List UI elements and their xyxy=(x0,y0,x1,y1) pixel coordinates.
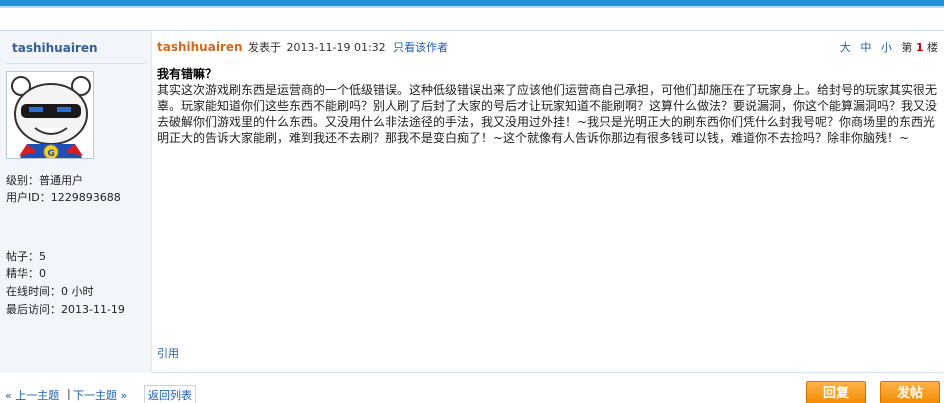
post-body: 其实这次游戏刷东西是运营商的一个低级错误。这种低级错误出来了应该他们运营商自己承… xyxy=(157,83,938,145)
next-topic-link[interactable]: 下一主题 » xyxy=(70,386,130,403)
last-visit-label: 最后访问： xyxy=(6,303,61,316)
font-medium-button[interactable]: 中 xyxy=(860,41,871,54)
online-value: 0 小时 xyxy=(61,285,94,298)
last-visit-value: 2013-11-19 xyxy=(61,303,125,316)
uid-label: 用户ID： xyxy=(6,191,51,204)
post-content-area: tashihuairen 发表于 2013-11-19 01:32 只看该作者 … xyxy=(153,31,944,373)
quote-link[interactable]: 引用 xyxy=(157,345,179,361)
robot-avatar-icon: G xyxy=(7,72,93,159)
back-to-list-button[interactable]: 返回列表 xyxy=(144,385,196,403)
floor-number: 1 xyxy=(915,41,924,54)
floor-prefix: 第 xyxy=(901,41,913,54)
floor-indicator: 第 1 楼 xyxy=(901,41,938,54)
posted-label: 发表于 xyxy=(248,41,282,54)
author-last-visit: 最后访问：2013-11-19 xyxy=(6,301,125,317)
level-label: 级别： xyxy=(6,174,39,187)
essence-value: 0 xyxy=(39,267,46,280)
font-small-button[interactable]: 小 xyxy=(881,41,892,54)
author-uid: 用户ID：1229893688 xyxy=(6,189,121,205)
author-online-time: 在线时间：0 小时 xyxy=(6,283,94,299)
posts-value: 5 xyxy=(39,250,46,263)
author-posts: 帖子：5 xyxy=(6,248,46,264)
online-label: 在线时间： xyxy=(6,285,61,298)
post-author-link[interactable]: tashihuairen xyxy=(157,40,243,54)
author-divider xyxy=(6,63,146,64)
font-size-controls: 大 中 小 第 1 楼 xyxy=(834,39,938,55)
svg-text:G: G xyxy=(48,149,55,159)
reply-button[interactable]: 回复 xyxy=(806,381,866,403)
post-header: tashihuairen 发表于 2013-11-19 01:32 只看该作者 xyxy=(157,39,448,55)
new-post-button[interactable]: 发帖 xyxy=(880,381,940,403)
level-value: 普通用户 xyxy=(39,174,83,187)
post-time: 2013-11-19 01:32 xyxy=(286,41,386,54)
post-title: 我有错嘛？ xyxy=(157,67,218,81)
only-author-link[interactable]: 只看该作者 xyxy=(393,41,448,54)
avatar[interactable]: G xyxy=(6,71,94,159)
author-level: 级别：普通用户 xyxy=(6,172,83,188)
author-username-link[interactable]: tashihuairen xyxy=(12,41,98,55)
floor-suffix: 楼 xyxy=(927,41,938,54)
author-essence: 精华：0 xyxy=(6,265,46,281)
font-large-button[interactable]: 大 xyxy=(840,41,851,54)
uid-value: 1229893688 xyxy=(50,191,121,204)
top-accent-shadow xyxy=(0,6,944,8)
forum-post: tashihuairen G 级别：普通用户 用户ID：1229893688 帖… xyxy=(0,30,944,373)
author-sidebar: tashihuairen G 级别：普通用户 用户ID：1229893688 帖… xyxy=(0,31,152,373)
posts-label: 帖子： xyxy=(6,250,39,263)
prev-topic-link[interactable]: « 上一主题 xyxy=(2,386,62,403)
essence-label: 精华： xyxy=(6,267,39,280)
